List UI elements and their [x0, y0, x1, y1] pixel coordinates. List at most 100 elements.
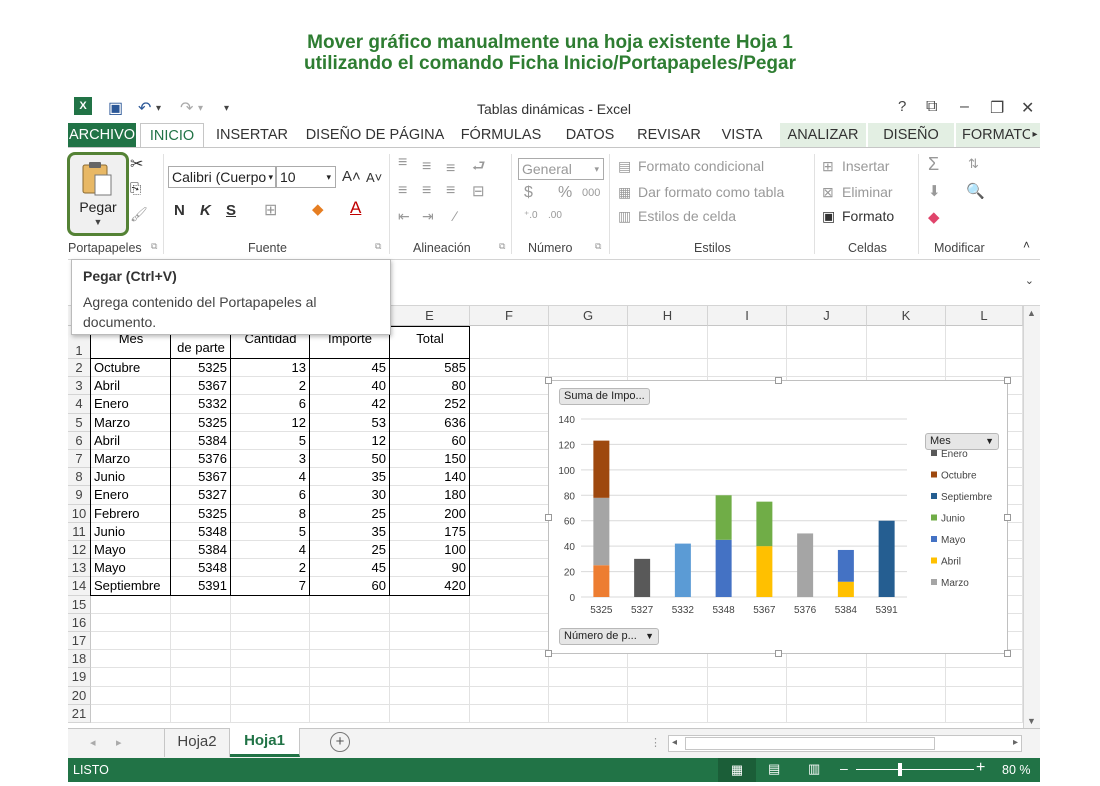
- table-cell[interactable]: 90: [393, 559, 466, 577]
- table-cell[interactable]: Enero: [94, 395, 167, 413]
- table-cell[interactable]: Marzo: [94, 450, 167, 468]
- paste-button[interactable]: Pegar ▼: [67, 152, 129, 236]
- merge-center-icon[interactable]: ⊟: [472, 182, 485, 200]
- splitter-handle-icon[interactable]: ⋮: [650, 736, 661, 749]
- new-sheet-icon[interactable]: +: [330, 732, 350, 752]
- copy-icon[interactable]: ⎘: [130, 180, 141, 197]
- row-header[interactable]: 5: [68, 413, 91, 432]
- decrease-indent-icon[interactable]: ⇤: [398, 208, 410, 225]
- percent-button[interactable]: %: [558, 184, 572, 202]
- row-header[interactable]: 12: [68, 541, 91, 560]
- zoom-slider-thumb[interactable]: [898, 763, 902, 776]
- format-cells-button[interactable]: Formato: [842, 208, 894, 224]
- table-cell[interactable]: 5391: [174, 577, 227, 595]
- bar-segment[interactable]: [674, 543, 691, 597]
- row-header[interactable]: 14: [68, 577, 91, 596]
- row-header[interactable]: 16: [68, 613, 91, 632]
- table-cell[interactable]: 5367: [174, 377, 227, 395]
- table-cell[interactable]: Mayo: [94, 559, 167, 577]
- table-cell[interactable]: 35: [313, 523, 386, 541]
- table-cell[interactable]: 6: [234, 395, 306, 413]
- table-cell[interactable]: 2: [234, 377, 306, 395]
- bar-segment[interactable]: [837, 549, 854, 582]
- number-format-box[interactable]: General ▾: [518, 158, 604, 180]
- grow-font-icon[interactable]: A˄: [342, 168, 361, 185]
- table-cell[interactable]: 12: [313, 432, 386, 450]
- table-cell[interactable]: Enero: [94, 486, 167, 504]
- table-cell[interactable]: 40: [313, 377, 386, 395]
- undo-dropdown-icon[interactable]: ▾: [156, 103, 161, 114]
- table-cell[interactable]: 5: [234, 523, 306, 541]
- hscroll-left-icon[interactable]: ◂: [672, 737, 677, 748]
- fill-color-icon[interactable]: ◆: [312, 200, 324, 218]
- row-header[interactable]: 11: [68, 522, 91, 541]
- increase-indent-icon[interactable]: ⇥: [422, 208, 434, 225]
- table-cell[interactable]: 140: [393, 468, 466, 486]
- bar-segment[interactable]: [797, 533, 814, 597]
- undo-icon[interactable]: ↶: [138, 98, 151, 118]
- table-cell[interactable]: 420: [393, 577, 466, 595]
- align-left-icon[interactable]: ≡: [398, 182, 407, 200]
- alignment-launcher-icon[interactable]: ⧉: [499, 241, 505, 252]
- hscroll-thumb[interactable]: [685, 737, 935, 750]
- table-header-cell[interactable]: de parte: [173, 339, 229, 357]
- column-header[interactable]: E: [390, 306, 470, 326]
- bar-segment[interactable]: [593, 565, 610, 597]
- bar-segment[interactable]: [756, 546, 773, 597]
- table-cell[interactable]: 5384: [174, 432, 227, 450]
- redo-icon[interactable]: ↷: [180, 98, 193, 118]
- table-cell[interactable]: 60: [313, 577, 386, 595]
- row-header[interactable]: 6: [68, 431, 91, 450]
- font-color-icon[interactable]: A: [350, 198, 361, 218]
- underline-button[interactable]: S: [226, 202, 236, 219]
- bar-segment[interactable]: [715, 495, 732, 540]
- expand-formula-bar-icon[interactable]: ⌄: [1025, 274, 1034, 287]
- font-size-box[interactable]: 10 ▾: [276, 166, 336, 188]
- decrease-decimal-icon[interactable]: .00: [548, 210, 562, 221]
- save-icon[interactable]: ▣: [108, 98, 123, 118]
- bar-segment[interactable]: [634, 558, 651, 597]
- table-cell[interactable]: 180: [393, 486, 466, 504]
- table-cell[interactable]: 585: [393, 359, 466, 377]
- align-top-icon[interactable]: ≡: [398, 154, 407, 172]
- table-cell[interactable]: 25: [313, 541, 386, 559]
- italic-button[interactable]: K: [200, 202, 211, 219]
- table-cell[interactable]: 4: [234, 468, 306, 486]
- table-cell[interactable]: 5376: [174, 450, 227, 468]
- bold-button[interactable]: N: [174, 202, 185, 219]
- tab-formato[interactable]: FORMATO: [956, 123, 1030, 147]
- table-cell[interactable]: 5: [234, 432, 306, 450]
- row-header[interactable]: 8: [68, 468, 91, 487]
- sheet-scroll-left-icon[interactable]: ◂: [90, 736, 96, 749]
- table-cell[interactable]: 5327: [174, 486, 227, 504]
- table-format-button[interactable]: Dar formato como tabla: [638, 184, 784, 200]
- row-header[interactable]: 18: [68, 650, 91, 669]
- table-cell[interactable]: Septiembre: [94, 577, 167, 595]
- row-header[interactable]: 4: [68, 395, 91, 414]
- table-cell[interactable]: 3: [234, 450, 306, 468]
- borders-icon[interactable]: ⊞: [264, 200, 277, 220]
- bar-segment[interactable]: [715, 539, 732, 597]
- collapse-ribbon-icon[interactable]: ˄: [1023, 238, 1030, 252]
- ribbon-display-icon[interactable]: ⧉: [926, 98, 937, 116]
- clear-icon[interactable]: ◆: [928, 208, 940, 226]
- tab-formulas[interactable]: FÓRMULAS: [458, 123, 544, 147]
- scroll-down-icon[interactable]: ▼: [1027, 716, 1036, 726]
- table-cell[interactable]: 5325: [174, 359, 227, 377]
- close-icon[interactable]: ✕: [1021, 98, 1034, 118]
- row-header[interactable]: 9: [68, 486, 91, 505]
- column-header[interactable]: F: [470, 306, 549, 326]
- row-header[interactable]: 13: [68, 559, 91, 578]
- table-cell[interactable]: Junio: [94, 468, 167, 486]
- number-launcher-icon[interactable]: ⧉: [595, 241, 601, 252]
- table-cell[interactable]: 5348: [174, 523, 227, 541]
- table-cell[interactable]: 12: [234, 414, 306, 432]
- tab-analizar[interactable]: ANALIZAR: [780, 123, 866, 147]
- minimize-icon[interactable]: –: [960, 98, 969, 116]
- table-cell[interactable]: 45: [313, 559, 386, 577]
- tab-inicio[interactable]: INICIO: [140, 123, 204, 148]
- customize-qat-icon[interactable]: ▾: [224, 103, 229, 114]
- column-header[interactable]: I: [708, 306, 787, 326]
- redo-dropdown-icon[interactable]: ▾: [198, 103, 203, 114]
- align-right-icon[interactable]: ≡: [446, 182, 455, 200]
